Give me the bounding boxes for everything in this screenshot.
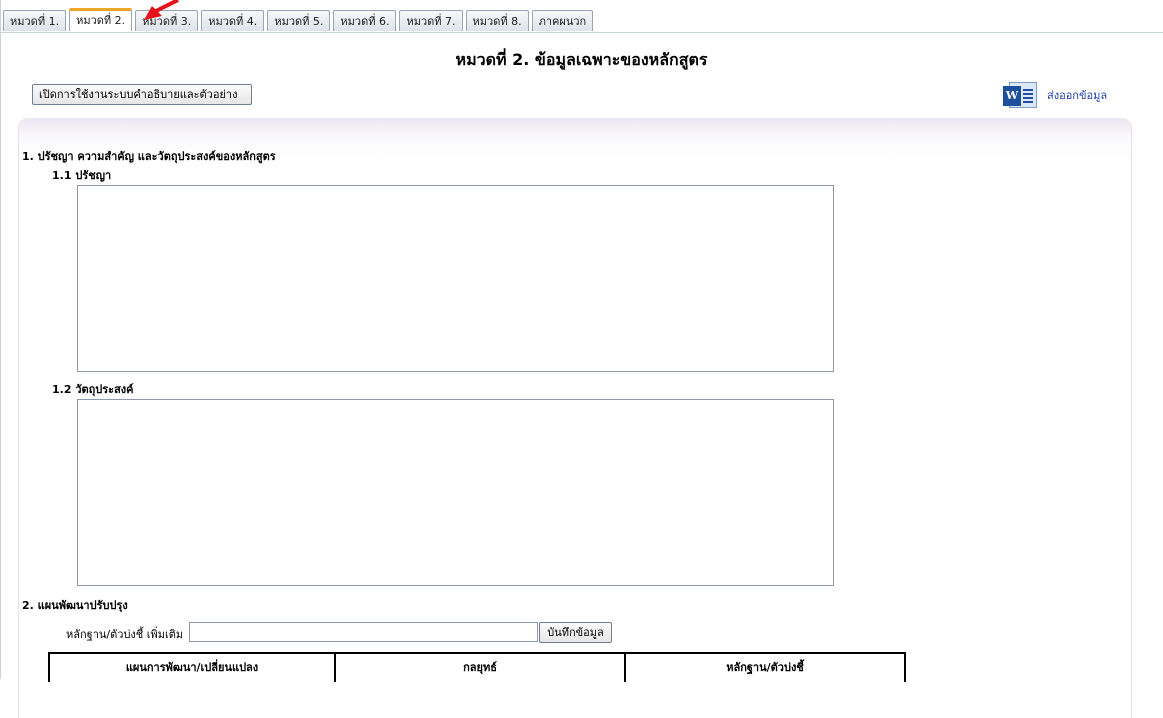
philosophy-textarea[interactable] [77, 185, 834, 372]
tab-section-6[interactable]: หมวดที่ 6. [333, 10, 397, 31]
improvement-plan-table: แผนการพัฒนา/เปลี่ยนแปลง กลยุทธ์ หลักฐาน/… [48, 652, 906, 682]
tab-section-4[interactable]: หมวดที่ 4. [201, 10, 265, 31]
tab-section-2[interactable]: หมวดที่ 2. [69, 8, 133, 31]
export-link[interactable]: W ส่งออกข้อมูล [1003, 80, 1107, 110]
table-header-strategy: กลยุทธ์ [334, 654, 624, 682]
philosophy-heading: 1.1 ปรัชญา [52, 169, 112, 182]
red-arrow-annotation [144, 0, 179, 20]
tab-section-7[interactable]: หมวดที่ 7. [399, 10, 463, 31]
section-2-heading: 2. แผนพัฒนาปรับปรุง [22, 599, 128, 612]
help-mode-button[interactable]: เปิดการใช้งานระบบคำอธิบายและตัวอย่าง [32, 84, 252, 105]
word-icon[interactable]: W [1003, 80, 1037, 110]
tab-section-1[interactable]: หมวดที่ 1. [3, 10, 67, 31]
table-header-plan: แผนการพัฒนา/เปลี่ยนแปลง [125, 661, 259, 674]
table-header-evidence: หลักฐาน/ตัวบ่งชี้ [624, 654, 904, 682]
export-label[interactable]: ส่งออกข้อมูล [1047, 86, 1107, 104]
tab-bar-divider [0, 32, 1163, 33]
tab-section-5[interactable]: หมวดที่ 5. [267, 10, 331, 31]
tab-appendix[interactable]: ภาคผนวก [531, 10, 594, 31]
save-button[interactable]: บันทึกข้อมูล [539, 622, 612, 643]
evidence-input[interactable] [189, 622, 538, 642]
page-title: หมวดที่ 2. ข้อมูลเฉพาะของหลักสูตร [455, 50, 708, 69]
evidence-label: หลักฐาน/ตัวบ่งชี้ เพิ่มเติม [66, 628, 184, 641]
left-border [0, 0, 1, 679]
objectives-heading: 1.2 วัตถุประสงค์ [52, 383, 134, 396]
objectives-textarea[interactable] [77, 399, 834, 586]
section-1-heading: 1. ปรัชญา ความสำคัญ และวัตถุประสงค์ของหล… [22, 150, 276, 163]
tab-bar: หมวดที่ 1. หมวดที่ 2. หมวดที่ 3. หมวดที่… [3, 8, 596, 33]
tab-section-8[interactable]: หมวดที่ 8. [465, 10, 529, 31]
